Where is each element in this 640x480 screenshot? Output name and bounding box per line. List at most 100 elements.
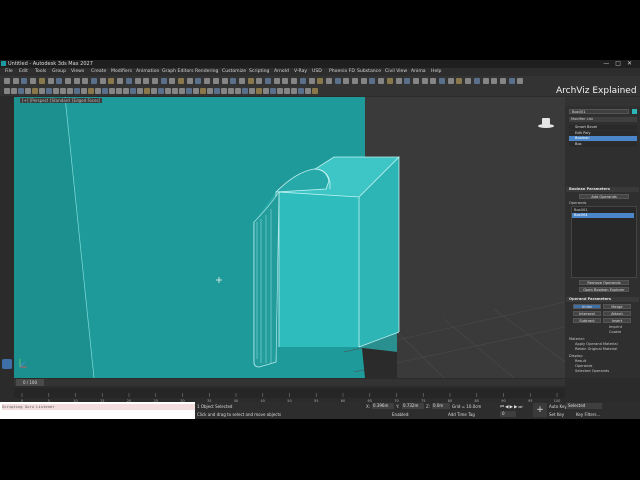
toolbar-tool-icon[interactable]: [186, 88, 192, 94]
toolbar-tool-icon[interactable]: [91, 78, 97, 84]
toolbar-tool-icon[interactable]: [134, 78, 141, 84]
menu-item-create[interactable]: Create: [91, 68, 106, 76]
toolbar-tool-icon[interactable]: [160, 78, 167, 84]
toolbar-tool-icon[interactable]: [12, 78, 19, 84]
toolbar-tool-icon[interactable]: [30, 78, 37, 84]
toolbar-tool-icon[interactable]: [25, 88, 31, 94]
toolbar-tool-icon[interactable]: [256, 78, 263, 84]
add-key-icon[interactable]: +: [533, 403, 547, 417]
toolbar-tool-icon[interactable]: [207, 88, 213, 94]
toolbar-tool-icon[interactable]: [421, 78, 428, 84]
add-time-tag-button[interactable]: Add Time Tag: [448, 412, 475, 417]
toolbar-tool-icon[interactable]: [221, 88, 227, 94]
toolbar-tool-icon[interactable]: [284, 88, 290, 94]
menu-item-tools[interactable]: Tools: [35, 68, 46, 76]
modifier-stack-item[interactable]: Boolean: [569, 136, 637, 141]
toolbar-tool-icon[interactable]: [193, 88, 199, 94]
toolbar-tool-icon[interactable]: [212, 78, 219, 84]
toolbar-tool-icon[interactable]: [178, 78, 184, 84]
key-filters-button[interactable]: Key Filters...: [576, 412, 600, 417]
command-panel-tabs[interactable]: [565, 97, 640, 106]
toolbar-tool-icon[interactable]: [172, 88, 178, 94]
maxscript-line-1[interactable]: Scripting Guru Listener: [2, 404, 195, 410]
toolbar-tool-icon[interactable]: [53, 88, 59, 94]
operand-params-header[interactable]: Operand Parameters: [566, 297, 639, 302]
menu-item-phoenix-fd[interactable]: Phoenix FD: [329, 68, 355, 76]
union-button[interactable]: Union: [573, 304, 601, 309]
toolbar-tool-icon[interactable]: [265, 78, 271, 84]
toolbar-tool-icon[interactable]: [308, 78, 315, 84]
toolbar-tool-icon[interactable]: [130, 88, 136, 94]
toolbar-tool-icon[interactable]: [108, 78, 115, 84]
perspective-viewport[interactable]: [+] [Perspective] [Standard] [Edged Face…: [14, 97, 565, 378]
toolbar-tool-icon[interactable]: [230, 78, 237, 84]
coord-x-field[interactable]: 0.396m: [372, 403, 394, 409]
toolbar-tool-icon[interactable]: [21, 78, 28, 84]
toolbar-tool-icon[interactable]: [4, 78, 10, 84]
toolbar-tool-icon[interactable]: [56, 78, 63, 84]
toolbar-tool-icon[interactable]: [447, 78, 454, 84]
current-frame-field[interactable]: 0: [500, 411, 516, 417]
display-operands-radio[interactable]: Operands: [575, 364, 592, 368]
toolbar-tool-icon[interactable]: [404, 78, 411, 84]
toolbar-tool-icon[interactable]: [88, 88, 94, 94]
toolbar-tool-icon[interactable]: [273, 78, 280, 84]
menu-item-usd[interactable]: USD: [312, 68, 322, 76]
retain-original-material-radio[interactable]: Retain Original Material: [575, 347, 617, 351]
toolbar-tool-icon[interactable]: [99, 78, 106, 84]
toolbar-tool-icon[interactable]: [151, 88, 157, 94]
toolbar-tool-icon[interactable]: [305, 88, 311, 94]
toolbar-tool-icon[interactable]: [117, 78, 124, 84]
toolbar-tool-icon[interactable]: [60, 88, 66, 94]
toolbar-tool-icon[interactable]: [235, 88, 241, 94]
menu-item-anima[interactable]: Anima: [411, 68, 426, 76]
toolbar-tool-icon[interactable]: [11, 88, 17, 94]
menu-item-customize[interactable]: Customize: [222, 68, 246, 76]
toolbar-tool-icon[interactable]: [204, 78, 211, 84]
menu-item-group[interactable]: Group: [52, 68, 66, 76]
toolbar-tool-icon[interactable]: [143, 78, 150, 84]
toolbar-tool-icon[interactable]: [4, 88, 10, 94]
toolbar-tool-icon[interactable]: [482, 78, 489, 84]
toolbar-tool-icon[interactable]: [499, 78, 506, 84]
auto-key-button[interactable]: Auto Key: [549, 404, 567, 409]
time-slider[interactable]: 0 / 100: [14, 379, 565, 386]
toolbar-tool-icon[interactable]: [517, 78, 524, 84]
viewport-layout-button[interactable]: [2, 359, 12, 369]
operand-item-selected[interactable]: Box004: [572, 213, 634, 218]
apply-operand-material-radio[interactable]: Apply Operand Material: [575, 342, 618, 346]
time-slider-thumb[interactable]: 0 / 100: [16, 379, 44, 386]
subtract-button[interactable]: Subtract: [573, 318, 601, 323]
toolbar-tool-icon[interactable]: [291, 78, 298, 84]
toolbar-tool-icon[interactable]: [186, 78, 193, 84]
playback-controls[interactable]: ⏮◀▶▶⏭: [500, 404, 523, 410]
menu-item-civil-view[interactable]: Civil View: [385, 68, 407, 76]
toolbar-tool-icon[interactable]: [221, 78, 228, 84]
toolbar-tool-icon[interactable]: [165, 88, 171, 94]
toolbar-tool-icon[interactable]: [263, 88, 269, 94]
set-key-button[interactable]: Set Key: [549, 412, 564, 417]
menu-item-v-ray[interactable]: V-Ray: [294, 68, 307, 76]
toolbar-tool-icon[interactable]: [256, 88, 262, 94]
toolbar-tool-icon[interactable]: [137, 88, 143, 94]
object-color-swatch[interactable]: [632, 109, 637, 114]
toolbar-tool-icon[interactable]: [38, 78, 45, 84]
toolbar-tool-icon[interactable]: [81, 88, 87, 94]
track-bar[interactable]: 0 5 10 15 20 25 30 35 40 45 50 55 60 65 70 75 80 85 90 95 10…: [14, 388, 565, 403]
add-operands-button[interactable]: Add Operands: [579, 194, 629, 199]
remove-operands-button[interactable]: Remove Operands: [579, 280, 629, 285]
menu-item-help[interactable]: Help: [431, 68, 441, 76]
toolbar-tool-icon[interactable]: [125, 78, 132, 84]
toolbar-tool-icon[interactable]: [64, 78, 71, 84]
toolbar-tool-icon[interactable]: [369, 78, 376, 84]
coord-y-field[interactable]: 0.732m: [402, 403, 424, 409]
toolbar-tool-icon[interactable]: [343, 78, 350, 84]
toolbar-tool-icon[interactable]: [456, 78, 463, 84]
toolbar-tool-icon[interactable]: [214, 88, 220, 94]
menu-item-views[interactable]: Views: [71, 68, 84, 76]
toolbar-tool-icon[interactable]: [109, 88, 115, 94]
intersect-button[interactable]: Intersect: [573, 311, 601, 316]
toolbar-tool-icon[interactable]: [360, 78, 367, 84]
imprint-checkbox[interactable]: Imprint: [609, 325, 622, 329]
coord-z-field[interactable]: 0.0m: [432, 403, 450, 409]
